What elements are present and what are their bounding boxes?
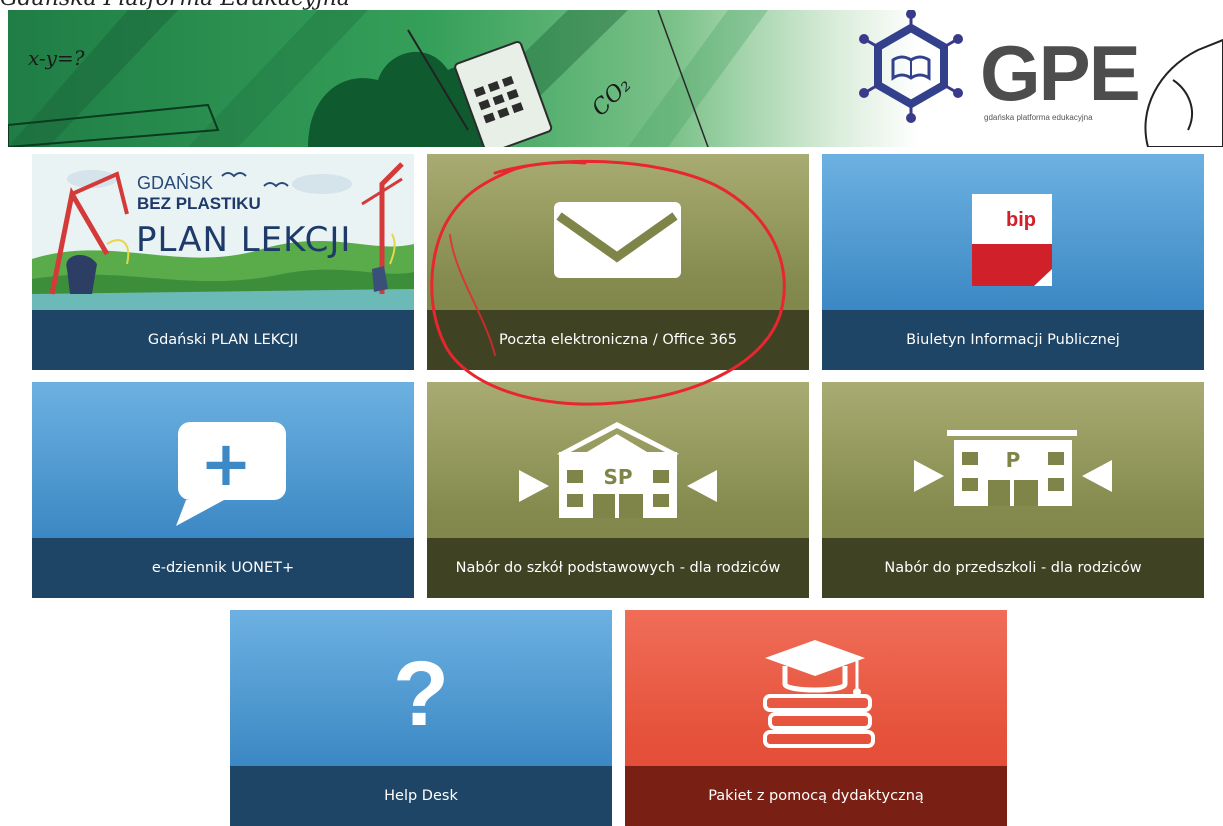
header-banner: x-y=? CO₂ GPE gdańska platforma edukacyj… xyxy=(8,10,1223,147)
artwork-line3: PLAN LEKCJI xyxy=(136,220,351,260)
question-mark-icon: ? xyxy=(393,643,449,745)
bip-icon: bip xyxy=(972,194,1052,286)
tile-label: Biuletyn Informacji Publicznej xyxy=(822,310,1204,370)
bip-text: bip xyxy=(1006,209,1036,231)
kindergarten-building-icon: P xyxy=(914,430,1112,506)
tile-label: Pakiet z pomocą dydaktyczną xyxy=(625,766,1007,826)
doodle-formula: x-y=? xyxy=(28,46,85,70)
kindergarten-p-text: P xyxy=(1006,448,1021,472)
tile-plan-lekcji[interactable]: GDAŃSK BEZ PLASTIKU PLAN LEKCJI Gdański … xyxy=(32,154,414,370)
tile-label: Poczta elektroniczna / Office 365 xyxy=(427,310,809,370)
artwork-line2: BEZ PLASTIKU xyxy=(137,194,261,213)
gpe-logo-subtitle: gdańska platforma edukacyjna xyxy=(984,113,1093,122)
tile-nabor-przedszkola[interactable]: P Nabór do przedszkoli - dla rodziców xyxy=(822,382,1204,598)
school-building-icon: SP xyxy=(519,422,717,518)
school-sp-text: SP xyxy=(603,465,632,489)
tile-label: Gdański PLAN LEKCJI xyxy=(32,310,414,370)
tile-bip[interactable]: bip Biuletyn Informacji Publicznej xyxy=(822,154,1204,370)
tile-pakiet[interactable]: Pakiet z pomocą dydaktyczną xyxy=(625,610,1007,826)
envelope-icon xyxy=(554,202,681,278)
tile-label: Help Desk xyxy=(230,766,612,826)
tile-label: Nabór do szkół podstawowych - dla rodzic… xyxy=(427,538,809,598)
tile-e-dziennik[interactable]: + e-dziennik UONET+ xyxy=(32,382,414,598)
tile-label: Nabór do przedszkoli - dla rodziców xyxy=(822,538,1204,598)
plus-glyph: + xyxy=(200,427,252,500)
question-glyph: ? xyxy=(393,643,449,745)
graduation-books-icon xyxy=(763,640,875,748)
tile-label: e-dziennik UONET+ xyxy=(32,538,414,598)
gpe-logo-text: GPE xyxy=(980,29,1141,117)
tile-nabor-szkoly[interactable]: SP Nabór do szkół podstawowych - dla rod… xyxy=(427,382,809,598)
tile-help-desk[interactable]: ? Help Desk xyxy=(230,610,612,826)
speech-bubble-plus-icon: + xyxy=(176,422,286,526)
plan-lekcji-artwork: GDAŃSK BEZ PLASTIKU PLAN LEKCJI xyxy=(32,154,414,310)
artwork-line1: GDAŃSK xyxy=(137,173,213,193)
tile-poczta[interactable]: Poczta elektroniczna / Office 365 xyxy=(427,154,809,370)
